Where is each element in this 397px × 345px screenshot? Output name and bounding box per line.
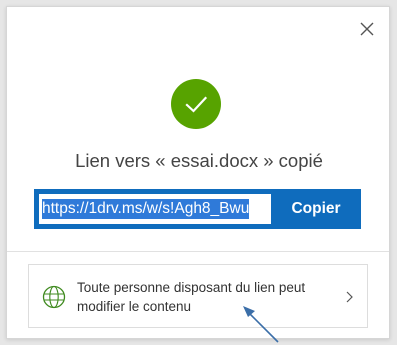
permission-description: Toute personne disposant du lien peut mo…	[77, 280, 306, 314]
link-copy-bar: https://1drv.ms/w/s!Agh8_Bwu Copier	[34, 189, 361, 229]
copy-button[interactable]: Copier	[271, 189, 361, 229]
divider	[7, 251, 389, 252]
link-permission-settings[interactable]: Toute personne disposant du lien peut mo…	[28, 264, 368, 328]
link-text: https://1drv.ms/w/s!Agh8_Bwu	[42, 199, 250, 219]
globe-icon	[42, 285, 66, 309]
checkmark-icon	[185, 96, 208, 113]
share-dialog: Lien vers « essai.docx » copié https://1…	[6, 6, 390, 339]
link-field[interactable]: https://1drv.ms/w/s!Agh8_Bwu	[39, 194, 271, 224]
chevron-right-icon	[341, 289, 357, 305]
close-button[interactable]	[355, 17, 379, 41]
success-badge	[171, 79, 221, 129]
close-icon	[360, 22, 374, 36]
dialog-title: Lien vers « essai.docx » copié	[75, 150, 323, 171]
